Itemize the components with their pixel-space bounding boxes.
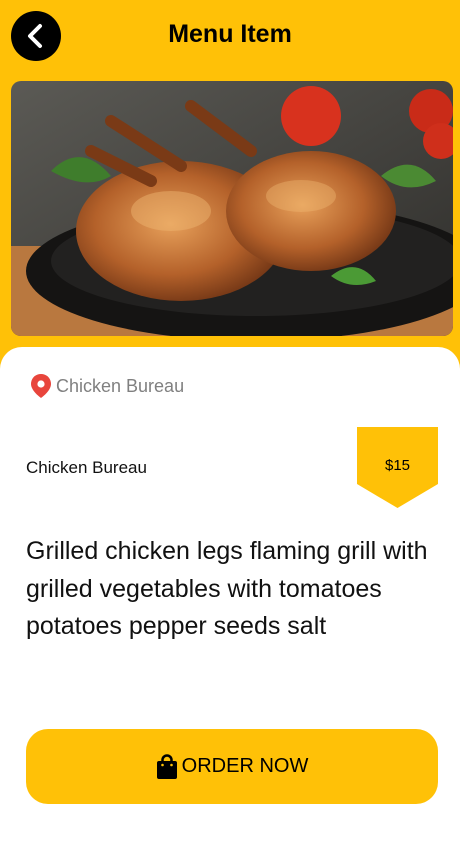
shopping-bag-icon — [156, 753, 177, 779]
food-image — [11, 81, 453, 336]
location: Chicken Bureau — [30, 373, 184, 399]
order-now-label: ORDER NOW — [181, 755, 309, 777]
location-text: Chicken Bureau — [56, 375, 185, 396]
page-title: Menu Item — [168, 20, 292, 48]
order-now-button[interactable]: ORDER NOW — [26, 729, 438, 804]
item-details-card: Chicken Bureau Chicken Bureau $15 Grille… — [0, 347, 460, 851]
price-tag: $15 — [357, 427, 438, 508]
item-name: Chicken Bureau — [26, 458, 147, 477]
item-description: Grilled chicken legs flaming grill with … — [26, 537, 428, 640]
price: $15 — [384, 457, 411, 474]
app-header: Menu Item — [0, 0, 460, 76]
map-pin-icon — [31, 374, 51, 398]
